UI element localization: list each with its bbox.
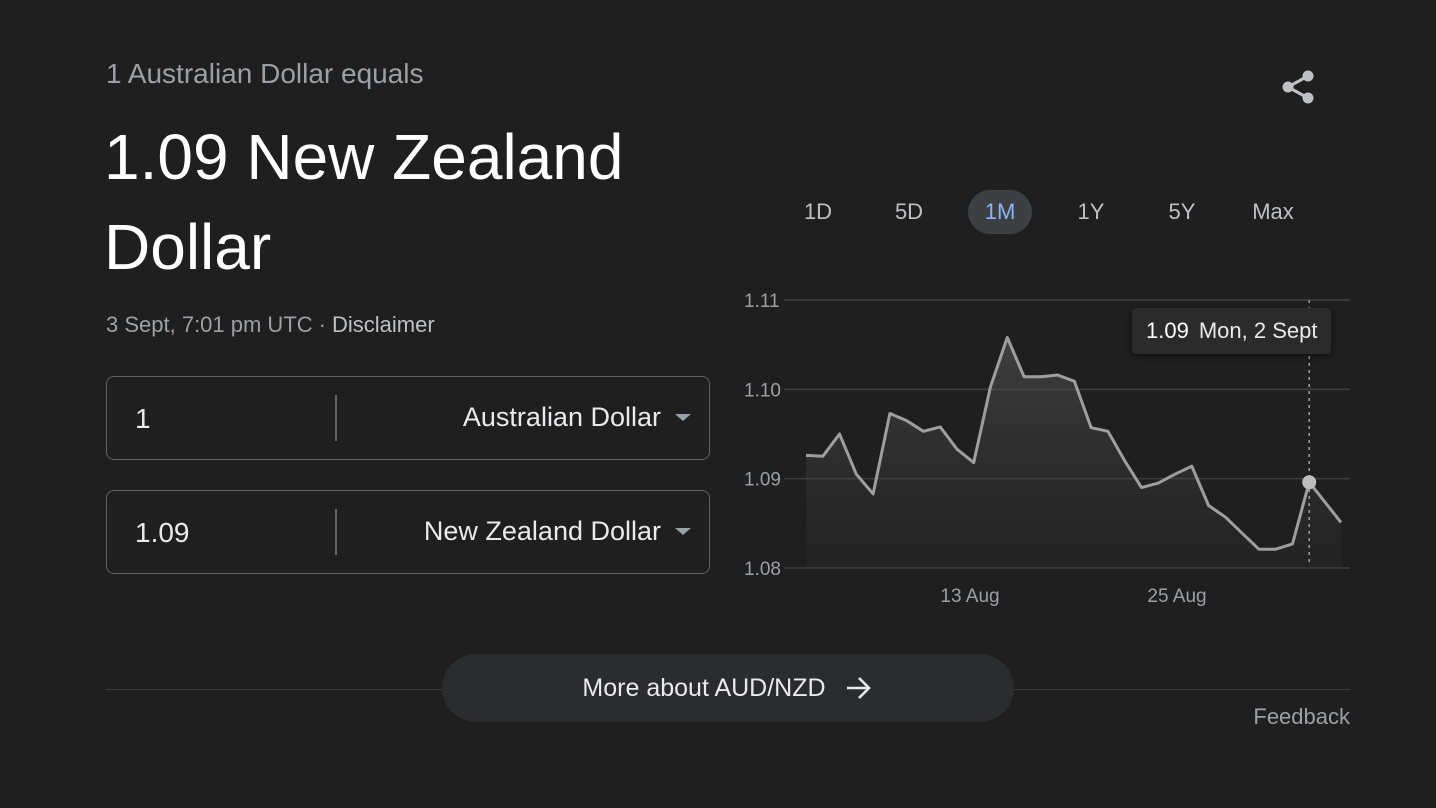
separator: · [318,312,326,337]
hover-point [1302,475,1317,490]
to-amount-input[interactable] [133,491,317,574]
y-tick-label: 1.11 [744,291,780,312]
chevron-down-icon [675,414,691,421]
series-area [806,337,1341,568]
tooltip-date: Mon, 2 Sept [1198,318,1318,343]
share-icon[interactable] [1276,66,1320,110]
chart-tooltip: 1.09 Mon, 2 Sept [1132,308,1332,354]
currency-converter-card: 1 Australian Dollar equals 1.09 New Zeal… [0,0,1436,808]
field-divider [335,509,337,555]
to-currency-label: New Zealand Dollar [423,516,661,546]
more-about-button[interactable]: More about AUD/NZD [442,654,1014,722]
tab-max[interactable]: Max [1241,190,1305,234]
disclaimer-link[interactable]: Disclaimer [332,312,435,337]
tab-1y[interactable]: 1Y [1059,190,1123,234]
to-currency-select[interactable]: New Zealand Dollar [424,491,691,572]
tab-1d[interactable]: 1D [786,190,850,234]
y-tick-label: 1.09 [744,470,781,491]
from-currency-row: Australian Dollar [106,376,710,460]
tab-5y[interactable]: 5Y [1150,190,1214,234]
conversion-subtitle: 1 Australian Dollar equals [106,58,424,89]
more-about-label: More about AUD/NZD [582,673,826,702]
tab-1m[interactable]: 1M [968,190,1032,234]
y-tick-label: 1.10 [744,380,781,401]
x-tick-label: 25 Aug [1147,586,1206,607]
timestamp: 3 Sept, 7:01 pm UTC [106,312,313,337]
to-currency-row: New Zealand Dollar [106,490,710,574]
chevron-down-icon [675,528,691,535]
conversion-result-headline: 1.09 New Zealand Dollar [104,121,624,283]
x-tick-label: 13 Aug [940,586,999,607]
tooltip-value: 1.09 [1146,318,1189,343]
field-divider [335,395,337,441]
arrow-right-icon [846,677,871,699]
y-tick-label: 1.08 [744,559,781,580]
timestamp-row: 3 Sept, 7:01 pm UTC · Disclaimer [106,312,435,338]
from-currency-label: Australian Dollar [462,402,661,432]
range-tabs: 1D 5D 1M 1Y 5Y Max [786,190,1332,234]
feedback-link[interactable]: Feedback [1253,704,1350,730]
from-amount-input[interactable] [133,377,317,460]
tab-5d[interactable]: 5D [877,190,941,234]
from-currency-select[interactable]: Australian Dollar [463,377,691,458]
